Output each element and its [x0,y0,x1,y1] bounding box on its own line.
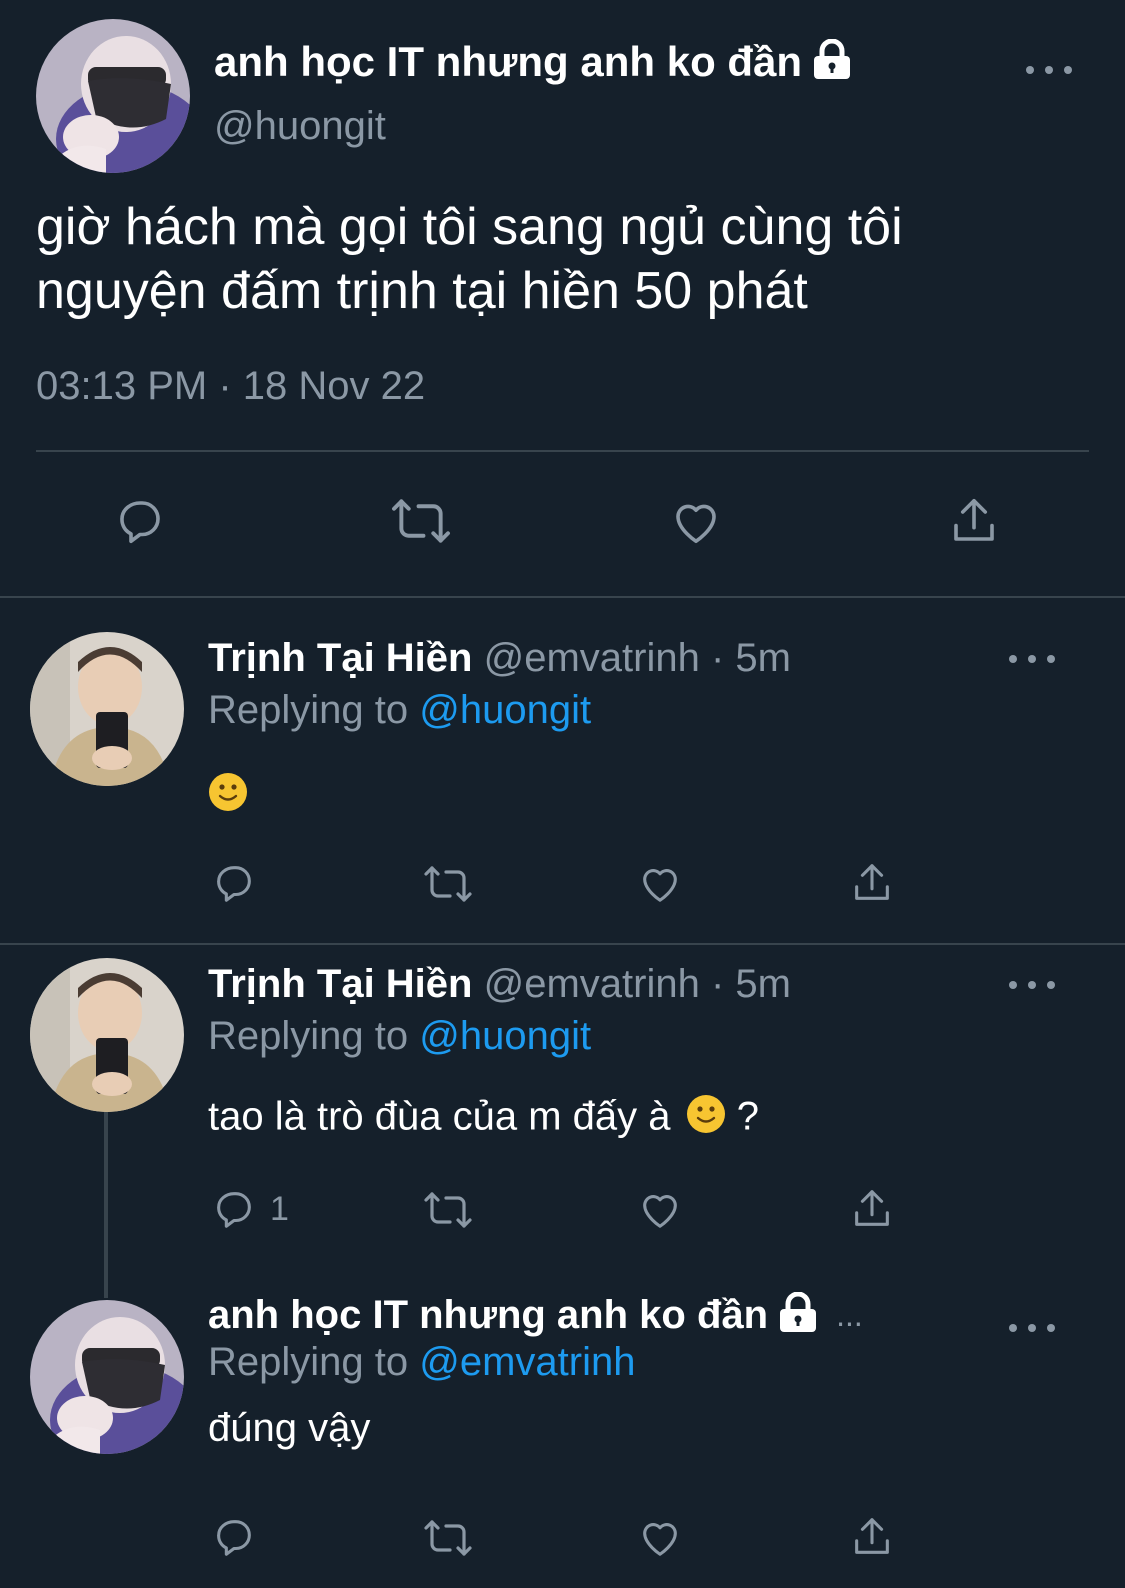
main-timestamp[interactable]: 03:13 PM · 18 Nov 22 [36,364,425,409]
share-icon[interactable] [848,1186,896,1232]
reply-avatar[interactable] [30,632,184,786]
replying-to-label: Replying to [208,688,409,732]
slightly-smiling-face-emoji [208,772,248,817]
replying-to-link[interactable]: @huongit [419,1014,591,1058]
like-icon[interactable] [636,1514,684,1560]
retweet-icon[interactable] [388,494,454,548]
lock-icon [778,1291,818,1339]
main-divider [36,450,1089,452]
reply-icon[interactable]: 1 [210,1186,289,1232]
share-icon[interactable] [848,860,896,906]
retweet-icon[interactable] [420,1188,476,1232]
main-tweet-text-line-1: giờ hách mà gọi tôi sang ngủ cùng tôi [36,198,903,256]
section-divider [0,943,1125,945]
retweet-icon[interactable] [420,862,476,906]
like-icon[interactable] [636,860,684,906]
reply-text: tao là trò đùa của m đấy à [208,1094,671,1139]
reply-icon[interactable] [112,494,168,548]
retweet-icon[interactable] [420,1516,476,1560]
reply-time[interactable]: · 5m [711,636,791,680]
main-avatar[interactable] [36,19,190,173]
more-icon[interactable] [1009,1318,1055,1338]
reply-display-name[interactable]: anh học IT nhưng anh ko đần [208,1293,768,1338]
like-icon[interactable] [636,1186,684,1232]
main-display-name[interactable]: anh học IT nhưng anh ko đần [214,38,802,86]
section-divider [0,596,1125,598]
reply-avatar[interactable] [30,958,184,1112]
replying-to-link[interactable]: @huongit [419,688,591,732]
reply-handle[interactable]: @emvatrinh [484,636,700,680]
reply-text: đúng vậy [208,1406,371,1450]
reply-count: 1 [270,1189,289,1228]
reply-icon[interactable] [210,1514,258,1560]
replying-to-label: Replying to [208,1340,409,1384]
more-icon[interactable] [1026,60,1072,80]
like-icon[interactable] [668,494,724,548]
lock-icon [812,38,852,86]
more-icon[interactable] [1009,649,1055,669]
main-tweet-text-line-2: nguyện đấm trịnh tại hiền 50 phát [36,262,808,320]
replying-to-link[interactable]: @emvatrinh [419,1340,635,1384]
name-truncation: ... [836,1297,863,1333]
reply-avatar[interactable] [30,1300,184,1454]
share-icon[interactable] [848,1514,896,1560]
reply-time[interactable]: · 5m [711,962,791,1006]
replying-to-label: Replying to [208,1014,409,1058]
reply-text-suffix: ? [736,1094,759,1139]
reply-display-name[interactable]: Trịnh Tại Hiền [208,636,472,680]
slightly-smiling-face-emoji [686,1094,726,1144]
share-icon[interactable] [946,494,1002,548]
main-handle[interactable]: @huongit [214,104,386,149]
reply-handle[interactable]: @emvatrinh [484,962,700,1006]
more-icon[interactable] [1009,975,1055,995]
reply-icon[interactable] [210,860,258,906]
thread-line [104,1112,108,1298]
reply-display-name[interactable]: Trịnh Tại Hiền [208,962,472,1006]
